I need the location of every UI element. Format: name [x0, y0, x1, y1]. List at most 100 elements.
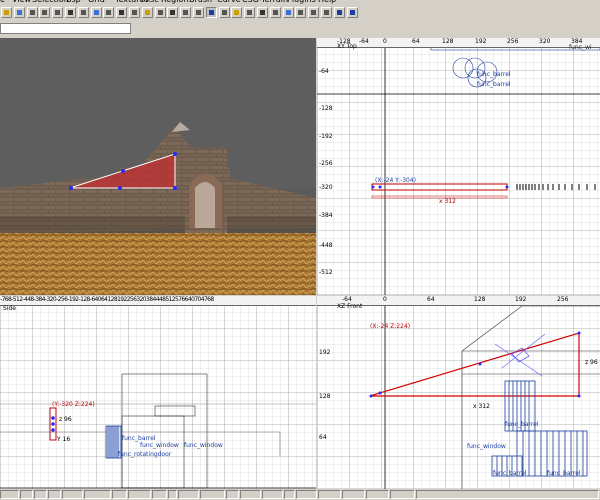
side-ruler-ticks: -768-512-448-384-320-256-192-128-6406412… [0, 296, 214, 303]
menu-item[interactable]: View [12, 0, 31, 4]
xy-tick: -64 [359, 38, 369, 45]
status-cell [48, 490, 61, 499]
toolbar-button[interactable] [154, 7, 166, 18]
status-bar [0, 489, 600, 500]
toolbar-button[interactable] [39, 7, 51, 18]
toolbar-button[interactable] [141, 7, 153, 18]
toolbar-button[interactable] [282, 7, 294, 18]
status-cell [34, 490, 47, 499]
menu-item[interactable]: Brush [189, 0, 212, 4]
toolbar-button[interactable] [1, 7, 12, 18]
menu-item[interactable]: Grid [88, 0, 105, 4]
entity-label: func_window [184, 442, 223, 449]
xy-tick: 192 [475, 38, 487, 45]
menu-item[interactable]: Help [318, 0, 336, 4]
xy-tick: 0 [383, 38, 387, 45]
toolbar-button[interactable] [129, 7, 140, 18]
xy-tick: 64 [412, 38, 420, 45]
command-input[interactable] [0, 23, 131, 34]
status-cell [62, 490, 83, 499]
status-cell [390, 490, 415, 499]
toolbar-button[interactable] [295, 7, 307, 18]
menu-item[interactable]: Selection [32, 0, 69, 4]
entity-label: func_barrel [477, 81, 511, 88]
toolbar-button[interactable] [90, 7, 102, 18]
entity-label: func_rotatingdoor [118, 451, 172, 458]
toolbar-button[interactable] [193, 7, 204, 18]
rotate-icon [55, 10, 61, 15]
menu-item[interactable]: Plugins [287, 0, 316, 4]
coord-readout: (X:-24 Z:224) [370, 323, 411, 330]
toolbar-button[interactable] [116, 7, 128, 18]
entity-label: func_barrel [547, 470, 581, 477]
xy-tick: 256 [507, 38, 519, 45]
status-cell [416, 490, 599, 499]
command-bar [0, 22, 600, 38]
xy-tick: -64 [319, 68, 329, 75]
side-tick: 512 [165, 296, 175, 303]
xz-front-view[interactable]: XZ Front -64 0 64 128 192 256 192 128 64… [317, 296, 600, 489]
status-cell [366, 490, 389, 499]
toolbar-button[interactable] [167, 7, 179, 18]
grid-icon [68, 10, 73, 15]
status-cell [84, 490, 111, 499]
menu-item[interactable]: CSG-Terrain [242, 0, 288, 4]
dimension-label: x 312 [439, 198, 456, 205]
xy-top-view[interactable]: XY Top -128 -64 0 64 128 192 256 320 384… [317, 38, 600, 295]
toolbar-button[interactable] [13, 7, 25, 18]
status-cell [318, 490, 341, 499]
xz-tick: 0 [383, 296, 387, 303]
status-cell [168, 490, 177, 499]
drag-icon [247, 10, 253, 15]
flip-y-icon [42, 10, 48, 15]
light-icon [234, 10, 240, 15]
entity-label: func_wi [569, 44, 592, 51]
menu-item[interactable]: Bsp [66, 0, 81, 4]
toolbar-button[interactable] [180, 7, 192, 18]
menu-item[interactable]: Curve [217, 0, 241, 4]
entity-label: func_barrel [477, 71, 511, 78]
toolbar-button[interactable] [205, 7, 217, 18]
toolbar-button[interactable] [269, 7, 281, 18]
menu-item[interactable]: Misc [141, 0, 159, 4]
side-tick: -768 [0, 296, 12, 303]
camera-view[interactable] [0, 38, 316, 295]
toolbar-button[interactable] [308, 7, 320, 18]
side-tick: -448 [22, 296, 34, 303]
toolbar-button[interactable] [346, 7, 358, 18]
toolbar-button[interactable] [333, 7, 345, 18]
xz-tick: -64 [342, 296, 352, 303]
coord-readout: (Y:-320 Z:224) [52, 401, 95, 408]
toolbar-button[interactable] [231, 7, 243, 18]
camera-scene [0, 38, 316, 295]
menu-item[interactable]: e [0, 0, 5, 4]
filter-icon [196, 10, 201, 15]
dimension-label: x 312 [473, 403, 490, 410]
toolbar-button[interactable] [26, 7, 38, 18]
toolbar-button[interactable] [257, 7, 268, 18]
toolbar-button[interactable] [218, 7, 230, 18]
scale-icon [260, 10, 265, 15]
xy-tick: 320 [539, 38, 551, 45]
xz-view-name: XZ Front [337, 303, 363, 310]
toolbar-button[interactable] [244, 7, 256, 18]
toolbar-button[interactable] [321, 7, 332, 18]
xz-tick: 128 [474, 296, 486, 303]
toolbar [0, 6, 600, 22]
dimension-label: z 96 [59, 416, 72, 423]
side-grid [0, 296, 316, 489]
xy-tick: 128 [442, 38, 454, 45]
toolbar-button[interactable] [103, 7, 115, 18]
xz-tick: 128 [319, 393, 331, 400]
toolbar-button[interactable] [52, 7, 64, 18]
xy-tick: -384 [319, 212, 333, 219]
toolbar-button[interactable] [77, 7, 89, 18]
side-tick: 192 [117, 296, 127, 303]
entity-label: func_barrel [493, 470, 527, 477]
side-view[interactable]: -768-512-448-384-320-256-192-128-6406412… [0, 296, 316, 489]
side-tick: 256 [126, 296, 137, 303]
menu-item[interactable]: Region [161, 0, 188, 4]
flip-x-icon [29, 10, 35, 15]
toolbar-button[interactable] [65, 7, 76, 18]
camera-icon [80, 10, 86, 15]
